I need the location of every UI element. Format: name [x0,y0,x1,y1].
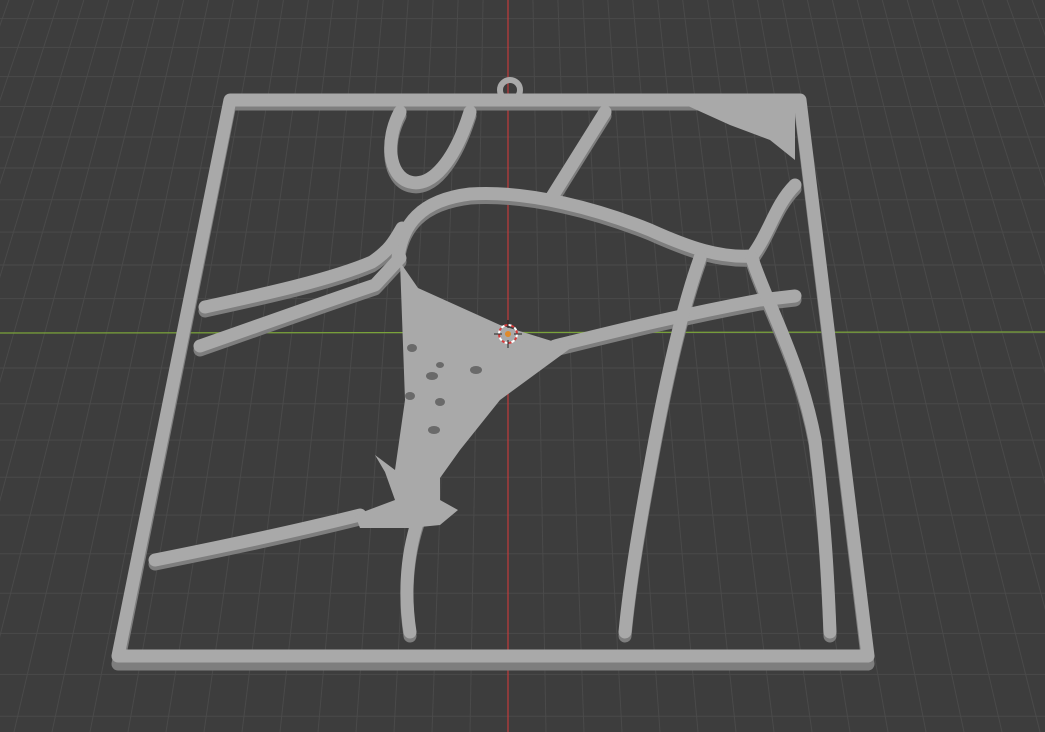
grid-line [856,0,1041,732]
grid-line [0,0,110,384]
grid-line [13,0,185,732]
grid-line [0,0,85,279]
grid-line [881,0,1045,611]
grid-line [89,0,235,732]
top-right-corner-fill [688,106,795,160]
hanging-loop [497,77,523,103]
grid-line [956,0,1045,276]
viewport-canvas[interactable] [0,0,1045,732]
grid-line [981,0,1045,188]
grid-line [0,0,35,102]
3d-viewport[interactable] [0,0,1045,732]
